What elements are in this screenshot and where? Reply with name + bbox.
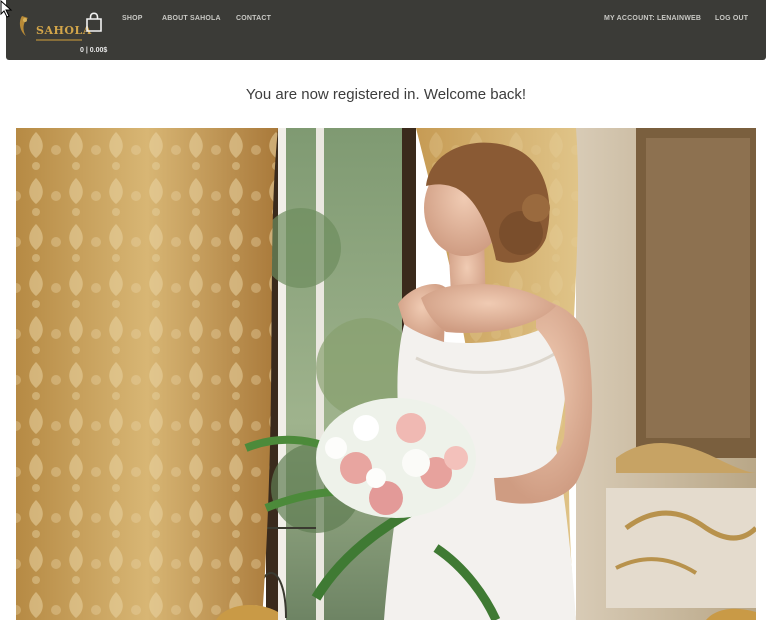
nav-shop[interactable]: SHOP — [122, 15, 143, 22]
nav-my-account[interactable]: MY ACCOUNT: LENAINWEB — [604, 15, 701, 22]
site-header: SAHOLA 0 | 0.00$ SHOP ABOUT SAHOLA CONTA… — [6, 0, 766, 60]
mouse-cursor-icon — [0, 0, 13, 18]
nav-about-sahola[interactable]: ABOUT SAHOLA — [162, 15, 221, 22]
cart-total[interactable]: 0 | 0.00$ — [80, 47, 107, 54]
nav-log-out[interactable]: LOG OUT — [715, 15, 748, 22]
hero-image-bride — [16, 128, 756, 620]
shopping-bag-icon[interactable] — [85, 12, 103, 33]
logo-tagline — [36, 39, 82, 41]
nav-contact[interactable]: CONTACT — [236, 15, 271, 22]
logo[interactable]: SAHOLA — [16, 10, 91, 42]
welcome-message: You are now registered in. Welcome back! — [245, 86, 527, 103]
logo-text: SAHOLA — [36, 24, 92, 37]
